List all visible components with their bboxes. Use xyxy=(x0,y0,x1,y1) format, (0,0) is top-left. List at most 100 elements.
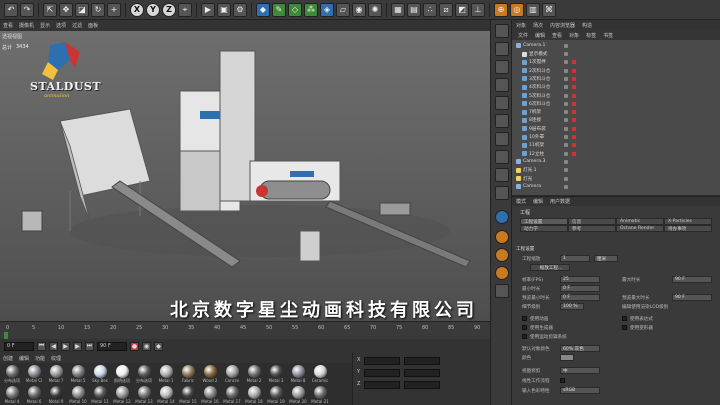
material-swatch[interactable]: Metal 3 xyxy=(266,365,286,384)
preview-max-field[interactable]: 90 F xyxy=(672,294,712,301)
project-scale-field[interactable]: 1 xyxy=(560,255,590,262)
array-icon[interactable]: ⁂ xyxy=(304,2,318,17)
scale-project-button[interactable]: 缩放工程... xyxy=(530,264,570,271)
max-time-field[interactable]: 90 F xyxy=(672,276,712,283)
material-swatch[interactable]: Metal 7 xyxy=(46,365,66,384)
texture-mode-icon[interactable]: ▤ xyxy=(407,2,421,17)
obj-menu-view[interactable]: 查看 xyxy=(552,32,562,39)
obj-menu-tags[interactable]: 标签 xyxy=(586,32,596,39)
material-swatch[interactable]: Metal 18 xyxy=(244,386,264,405)
material-swatch[interactable]: Metal 6 xyxy=(24,386,44,405)
go-start-icon[interactable]: ⏮ xyxy=(37,341,46,351)
script-icon[interactable]: ⌘ xyxy=(542,2,556,17)
object-row[interactable]: 2次料斗仓 xyxy=(512,67,720,75)
timeline[interactable]: 0 5 10 15 20 25 30 35 40 45 50 55 60 65 … xyxy=(0,321,490,339)
material-swatch[interactable]: Ceramic xyxy=(310,365,330,384)
object-row[interactable]: 11机架 xyxy=(512,142,720,150)
palette-snap-icon[interactable] xyxy=(495,168,509,182)
obj-menu-bookmarks[interactable]: 书签 xyxy=(603,32,613,39)
use-motion-system-checkbox[interactable] xyxy=(522,334,527,339)
object-row[interactable]: 灯光.1 xyxy=(512,167,720,175)
object-row[interactable]: 9层布袋 xyxy=(512,125,720,133)
min-time-field[interactable]: 0 F xyxy=(560,285,600,292)
subtab-info[interactable]: 信息 xyxy=(568,218,616,225)
visibility-dot-icon[interactable] xyxy=(564,135,568,140)
subtab-octane-render[interactable]: Octane Render xyxy=(616,225,664,232)
visibility-dot-icon[interactable] xyxy=(564,60,568,65)
viewport-menu-item[interactable]: 查看 xyxy=(3,22,13,29)
object-row[interactable]: Camera xyxy=(512,183,720,191)
visibility-dot-icon[interactable] xyxy=(564,85,568,90)
material-swatch[interactable]: Concre xyxy=(222,365,242,384)
material-swatch[interactable]: Metal 11 xyxy=(90,386,110,405)
visibility-dot-icon[interactable] xyxy=(564,76,568,81)
layout-icon[interactable]: ▥ xyxy=(526,2,540,17)
use-deformers-checkbox[interactable] xyxy=(622,325,627,330)
palette-s1-icon[interactable] xyxy=(495,230,509,244)
material-tag-icon[interactable] xyxy=(572,60,576,65)
keyframe-icon[interactable]: ◆ xyxy=(154,341,163,351)
rotate-icon[interactable]: ↻ xyxy=(91,2,105,17)
playhead[interactable] xyxy=(4,332,8,339)
points-mode-icon[interactable]: ∴ xyxy=(423,2,437,17)
object-row[interactable]: 显示模式 xyxy=(512,50,720,58)
material-menu-item[interactable]: 创建 xyxy=(3,355,13,362)
material-menu-item[interactable]: 编辑 xyxy=(19,355,29,362)
go-end-icon[interactable]: ⏭ xyxy=(85,341,94,351)
edges-mode-icon[interactable]: ⧄ xyxy=(439,2,453,17)
visibility-dot-icon[interactable] xyxy=(564,143,568,148)
viewport-menu-item[interactable]: 选项 xyxy=(56,22,66,29)
palette-cube-icon[interactable] xyxy=(495,24,509,38)
material-swatch[interactable]: Metal 5 xyxy=(68,365,88,384)
material-swatch[interactable]: Metal 8 xyxy=(288,365,308,384)
material-tag-icon[interactable] xyxy=(572,68,576,73)
material-swatch[interactable]: 分布选项 xyxy=(2,365,22,384)
render-settings-icon[interactable]: ⚙ xyxy=(233,2,247,17)
material-swatch[interactable]: Metal 12 xyxy=(112,386,132,405)
play-icon[interactable]: ▶ xyxy=(61,341,70,351)
linear-workflow-checkbox[interactable] xyxy=(560,378,565,383)
view-clipping-select[interactable]: 中 xyxy=(560,367,600,374)
material-swatch[interactable]: Metal 17 xyxy=(222,386,242,405)
fps-field[interactable]: 25 xyxy=(560,276,600,283)
viewport-menu-item[interactable]: 面板 xyxy=(88,22,98,29)
octane-icon[interactable]: ◎ xyxy=(510,2,524,17)
end-frame-field[interactable]: 90 F xyxy=(97,341,127,351)
object-row[interactable]: 4次料斗仓 xyxy=(512,84,720,92)
viewport-menu-item[interactable]: 摄像机 xyxy=(19,22,34,29)
y-axis-icon[interactable]: Y xyxy=(146,2,160,17)
use-generators-checkbox[interactable] xyxy=(522,325,527,330)
viewport-menu-item[interactable]: 过滤 xyxy=(72,22,82,29)
model-mode-icon[interactable]: ▦ xyxy=(391,2,405,17)
x-position-field[interactable] xyxy=(364,357,401,365)
object-row[interactable]: 10外罩 xyxy=(512,133,720,141)
material-tag-icon[interactable] xyxy=(572,101,576,106)
object-row[interactable]: 12立柱 xyxy=(512,150,720,158)
y-position-field[interactable] xyxy=(364,369,401,377)
material-tag-icon[interactable] xyxy=(572,85,576,90)
subtab-project-settings[interactable]: 工程设置 xyxy=(520,218,568,225)
material-swatch[interactable]: Metal Cl xyxy=(24,365,44,384)
floor-icon[interactable]: ▱ xyxy=(336,2,350,17)
material-swatch[interactable]: Metal 2 xyxy=(244,365,264,384)
subtab-reference[interactable]: 参考 xyxy=(568,225,616,232)
tab-edit[interactable]: 编辑 xyxy=(533,198,543,205)
palette-cone-icon[interactable] xyxy=(495,42,509,56)
cube-icon[interactable]: ◆ xyxy=(256,2,270,17)
color-swatch[interactable] xyxy=(560,354,574,361)
move-icon[interactable]: ✥ xyxy=(59,2,73,17)
deformer-icon[interactable]: ◈ xyxy=(320,2,334,17)
tab-takes[interactable]: 场次 xyxy=(533,22,543,29)
palette-s2-icon[interactable] xyxy=(495,248,509,262)
subtab-todo[interactable]: 待办事项 xyxy=(664,225,712,232)
object-row[interactable]: 7机架 xyxy=(512,108,720,116)
subdivision-icon[interactable]: ◇ xyxy=(288,2,302,17)
coordinate-system-icon[interactable]: ⌖ xyxy=(178,2,192,17)
camera-icon[interactable]: ◉ xyxy=(352,2,366,17)
visibility-dot-icon[interactable] xyxy=(564,93,568,98)
palette-s3-icon[interactable] xyxy=(495,266,509,280)
redo-icon[interactable]: ↷ xyxy=(20,2,34,17)
tab-objects[interactable]: 对象 xyxy=(516,22,526,29)
material-swatch[interactable]: Metal 15 xyxy=(178,386,198,405)
visibility-dot-icon[interactable] xyxy=(564,168,568,173)
